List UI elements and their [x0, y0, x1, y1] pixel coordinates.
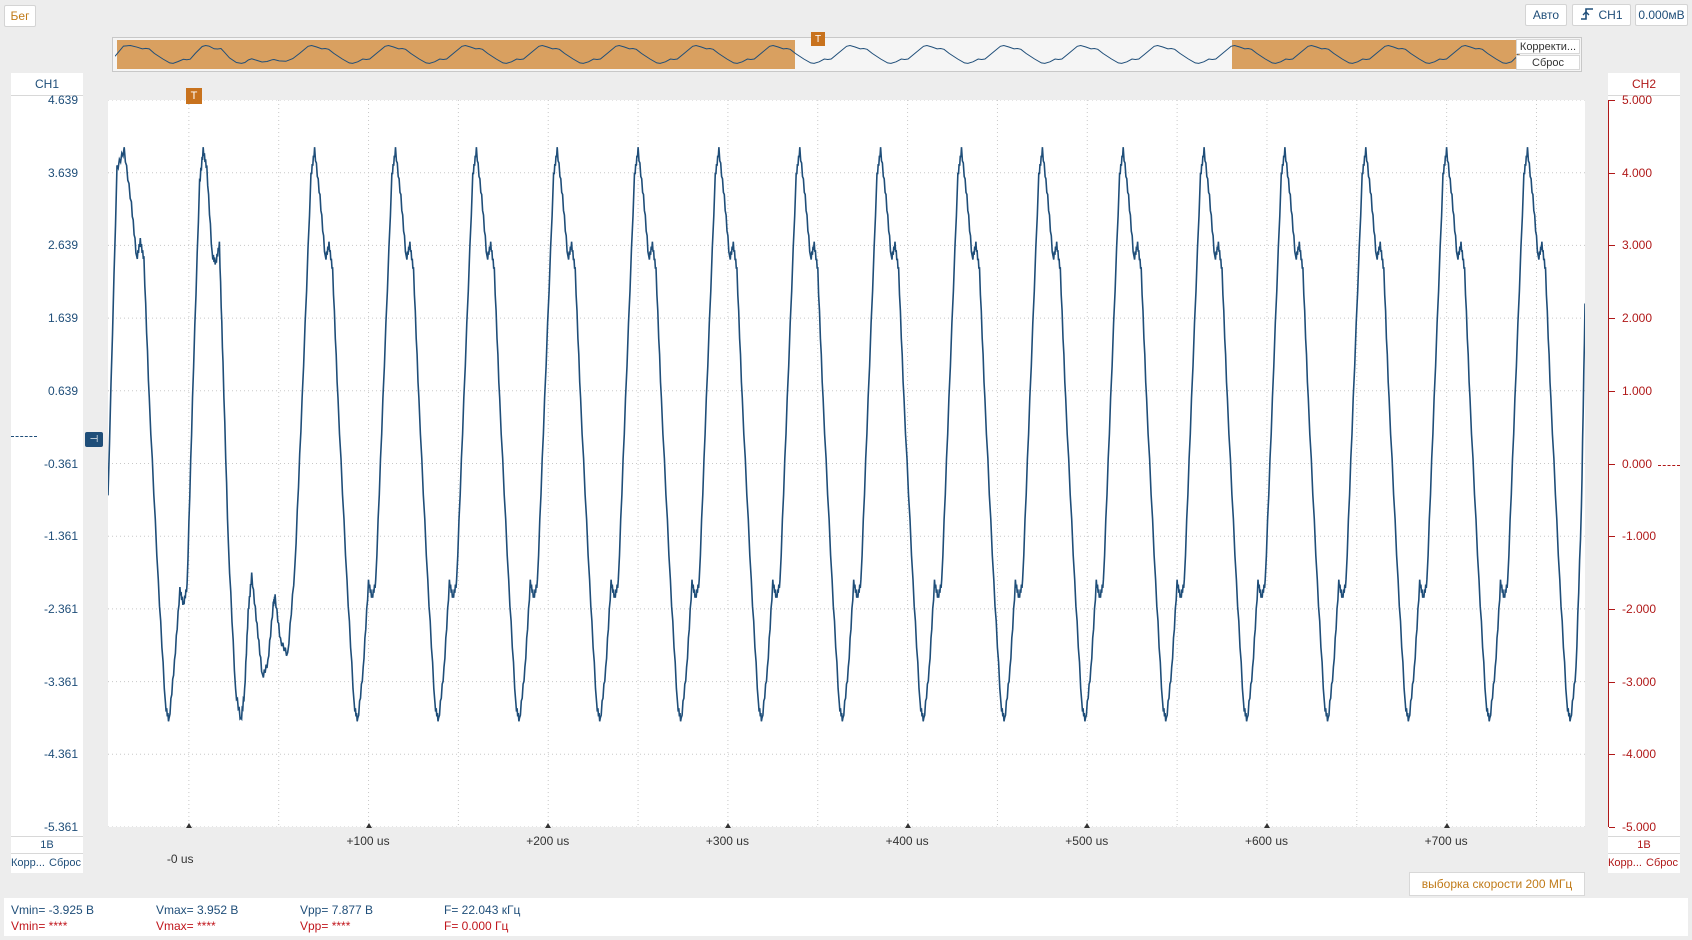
ch2-vmax: Vmax= ****	[156, 919, 216, 933]
time-tick-mark	[185, 823, 192, 828]
trigger-channel-button[interactable]: CH1	[1572, 4, 1631, 26]
time-tick-label: +700 us	[1424, 834, 1468, 848]
time-tick-mark	[904, 823, 911, 828]
ch1-tick-label: -2.361	[43, 601, 78, 616]
ch1-vmax: Vmax= 3.952 В	[156, 903, 239, 917]
ch2-ground-line	[1658, 465, 1680, 466]
ch2-tick-mark	[1609, 463, 1615, 465]
ch1-tick-label: 2.639	[47, 238, 78, 253]
ch2-tick-label: -5.000	[1622, 820, 1657, 834]
ch2-tick-label: -4.000	[1622, 747, 1657, 762]
time-tick-mark	[1084, 823, 1091, 828]
ch1-tick-label: 3.639	[47, 165, 78, 180]
ch1-tick-label: -3.361	[43, 674, 78, 689]
ch2-frequency: F= 0.000 Гц	[444, 919, 509, 933]
trigger-level-button[interactable]: 0.000мВ	[1635, 4, 1688, 26]
ch2-tick-label: 2.000	[1622, 311, 1653, 326]
ch2-tick-mark	[1609, 536, 1615, 538]
ch2-tick-mark	[1609, 100, 1615, 101]
ch2-tick-mark	[1609, 172, 1615, 174]
time-tick-label: +200 us	[526, 834, 570, 848]
ch2-vmin: Vmin= ****	[11, 919, 68, 933]
ch2-tick-mark	[1609, 245, 1615, 247]
rising-edge-icon	[1580, 7, 1594, 24]
ch1-vmin: Vmin= -3.925 В	[11, 903, 95, 917]
ch2-tick-label: 1.000	[1622, 383, 1653, 398]
ch2-tick-mark	[1609, 608, 1615, 610]
time-tick-mark	[545, 823, 552, 828]
time-tick-label: -0 us	[166, 852, 194, 866]
time-tick-mark	[724, 823, 731, 828]
ch2-tick-mark	[1609, 827, 1615, 828]
ch2-tick-mark	[1609, 681, 1615, 683]
ch1-tick-label: 0.639	[47, 383, 78, 398]
time-tick-label: +100 us	[346, 834, 390, 848]
ch2-tick-label: -1.000	[1622, 529, 1657, 544]
time-tick-label: +300 us	[705, 834, 749, 848]
time-tick-mark	[1443, 823, 1450, 828]
ch2-scale[interactable]: 1В	[1608, 836, 1680, 854]
overview-right-window	[1232, 40, 1520, 69]
overview-trigger-marker[interactable]: T	[811, 32, 825, 46]
ch1-reset-button[interactable]: Сброс	[49, 857, 81, 869]
ch1-tick-label: -4.361	[43, 747, 78, 762]
auto-mode-button[interactable]: Авто	[1525, 4, 1567, 26]
overview-correction-button[interactable]: Корректи...	[1516, 39, 1580, 54]
measurements-panel: Vmin= -3.925 В Vmax= 3.952 В Vpp= 7.877 …	[4, 898, 1688, 936]
ch2-tick-mark	[1609, 390, 1615, 392]
ch1-scale[interactable]: 1В	[11, 836, 83, 854]
ch1-tick-label: -5.361	[43, 820, 78, 834]
ch2-tick-label: 4.000	[1622, 165, 1653, 180]
ch1-corr-button[interactable]: Корр...	[11, 857, 45, 869]
ch1-vpp: Vpp= 7.877 В	[300, 903, 374, 917]
ch1-trace	[108, 147, 1585, 722]
ch1-tick-label: -1.361	[43, 529, 78, 544]
time-tick-mark	[1263, 823, 1270, 828]
ch2-corr-button[interactable]: Корр...	[1608, 857, 1642, 869]
ch2-tick-mark	[1609, 754, 1615, 756]
time-tick-label: +600 us	[1244, 834, 1288, 848]
ch1-ground-line	[11, 436, 37, 437]
run-button[interactable]: Бег	[4, 5, 36, 27]
oscilloscope-plot[interactable]	[108, 100, 1585, 827]
ch2-tick-label: -3.000	[1622, 674, 1657, 689]
overview-reset-button[interactable]: Сброс	[1516, 55, 1580, 70]
ch2-tick-mark	[1609, 318, 1615, 320]
time-tick-mark	[365, 823, 372, 828]
sample-rate-badge: выборка скорости 200 МГц	[1409, 872, 1585, 896]
ch1-offset-marker[interactable]: ⊣	[85, 432, 103, 447]
time-tick-label: +500 us	[1065, 834, 1109, 848]
time-tick-label: +400 us	[885, 834, 929, 848]
ch2-tick-label: 0.000	[1622, 456, 1653, 471]
ch2-tick-label: -2.000	[1622, 601, 1657, 616]
plot-canvas	[108, 100, 1585, 827]
ch1-tick-label: 1.639	[47, 311, 78, 326]
ch1-tick-label: -0.361	[43, 456, 78, 471]
waveform-overview[interactable]: T Корректи... Сброс	[112, 32, 1582, 72]
ch2-vpp: Vpp= ****	[300, 919, 351, 933]
ch2-reset-button[interactable]: Сброс	[1646, 857, 1678, 869]
overview-left-window	[117, 40, 795, 69]
trigger-position-marker[interactable]: T	[186, 88, 202, 104]
ch1-frequency: F= 22.043 кГц	[444, 903, 521, 917]
ch2-tick-label: 3.000	[1622, 238, 1653, 253]
trigger-channel-label: CH1	[1598, 8, 1623, 22]
ch2-tick-label: 5.000	[1622, 93, 1653, 107]
ch1-tick-label: 4.639	[47, 93, 78, 107]
